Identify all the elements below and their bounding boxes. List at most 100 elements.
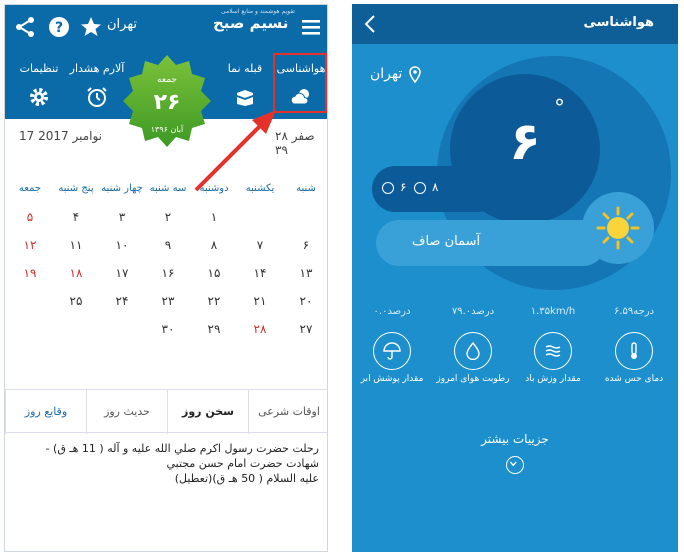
events-text: رحلت حضرت رسول اکرم صلي الله عليه و آله … [19,441,319,486]
back-chevron-icon[interactable] [362,14,378,34]
more-details-link[interactable]: جزییات بیشتر [352,432,678,446]
info-tabs: وقایع روز حدیث روز سخن روز اوقات شرعی [5,389,327,434]
thermometer-icon [615,332,653,370]
tab-hadith[interactable]: حدیث روز [86,390,167,434]
logo-text: نسیم صبح [213,14,289,32]
alarm-clock-icon [87,87,107,107]
calendar-day[interactable]: ۹ [145,233,191,257]
condition-pill: آسمان صاف [376,220,606,266]
stat-label: مقدار وزش باد [525,374,581,384]
weekday-label: سه شنبه [149,183,187,194]
help-icon[interactable]: ? [47,15,71,39]
stat-label: رطوبت هوای امروز [436,374,510,384]
down-arrow-icon [382,182,394,194]
weather-city: تهران [370,66,403,82]
alarm-label: آلارم هشدار [69,62,125,75]
calendar-day[interactable]: ۱۷ [99,261,145,285]
weekday-label: شنبه [296,183,316,194]
gregorian-date: 17 نوامبر 2017 [19,129,102,143]
month-grid: ۱ ۲ ۳ ۴ ۵ ۶ ۷ ۸ ۹ ۱۰ ۱۱ ۱۲ ۱۳ ۱۴ ۱۵ ۱۶ ۱۷ ۱۸ ۱۹ ۲۰ ۲۱ ۲۲ ۲۳ ۲۴ ۲… [5,205,327,355]
weather-screen: هواشناسی ۶ ° تهران ۶ ۸ آسمان صاف ۶.۵۹درج… [352,4,678,552]
condition-text: آسمان صاف [412,234,481,249]
umbrella-icon [373,332,411,370]
calendar-day[interactable]: ۱۲ [7,233,53,257]
degree-sign: ° [554,96,565,121]
tab-events[interactable]: وقایع روز [5,390,86,434]
stat-value: ۰.۰درصد [373,306,411,317]
calendar-day[interactable]: ۱۴ [237,261,283,285]
settings-button[interactable]: تنظیمات [9,49,69,119]
calendar-day[interactable]: ۱۹ [7,261,53,285]
qibla-button[interactable]: قبله نما [217,49,273,119]
calendar-day[interactable]: ۲۷ [283,317,327,341]
calendar-day[interactable]: ۲۱ [237,289,283,313]
calendar-day[interactable]: ۳۰ [145,317,191,341]
calendar-day[interactable]: ۲۵ [53,289,99,313]
tab-quote[interactable]: سخن روز [167,390,248,434]
calendar-day[interactable]: ۳ [99,205,145,229]
weather-header: هواشناسی [352,4,678,44]
calendar-day[interactable]: ۱۱ [53,233,99,257]
alarm-button[interactable]: آلارم هشدار [67,49,127,119]
calendar-day[interactable]: ۲۴ [99,289,145,313]
svg-text:?: ? [55,20,63,36]
calendar-day[interactable]: ۱۵ [191,261,237,285]
event-line: عليه السلام ( 50 هـ ق)(تعطيل) [174,472,319,485]
stat-value: ۷۹.۰درصد [451,306,495,317]
wind-icon [534,332,572,370]
tab-prayer-times[interactable]: اوقات شرعی [248,390,327,434]
weekday-label: یکشنبه [245,183,275,194]
calendar-day[interactable]: ۱۶ [145,261,191,285]
badge-weekday: جمعه [157,75,177,85]
star-icon[interactable] [79,15,103,39]
badge-day-number: ۲۶ [153,90,181,115]
current-temperature: ۶ [509,112,541,172]
weekday-header: شنبه یکشنبه دوشنبه سه شنبه چهار شنبه پنج شنبه… [5,183,327,201]
stat-label: مقدار پوشش ابر [360,374,424,384]
gear-icon [30,88,48,106]
header-city[interactable]: تهران [107,17,137,32]
calendar-day[interactable]: ۲۹ [191,317,237,341]
calendar-day[interactable]: ۲ [145,205,191,229]
weekday-label: چهار شنبه [101,183,143,194]
calendar-day[interactable]: ۴ [53,205,99,229]
location-pin-icon [409,66,421,84]
share-icon[interactable] [13,15,37,39]
calendar-day[interactable]: ۱۸ [53,261,99,285]
calendar-day[interactable]: ۲۸ [237,317,283,341]
weekday-label: پنج شنبه [58,183,94,194]
calendar-day[interactable]: ۸ [191,233,237,257]
calendar-day[interactable]: ۱ [191,205,237,229]
sun-icon [596,206,640,250]
menu-icon[interactable] [299,15,323,39]
calendar-screen: ? تهران تقویم هوشمند و منابع اسلامی نسیم… [4,4,328,552]
weather-title: هواشناسی [583,15,654,30]
date-row: 17 نوامبر 2017 ۲۸ صفر ۳۹ [5,125,327,157]
calendar-day[interactable]: ۱۰ [99,233,145,257]
drop-icon [454,332,492,370]
settings-label: تنظیمات [19,62,59,75]
calendar-day[interactable]: ۲۶ [7,289,53,313]
calendar-day[interactable]: ۲۳ [145,289,191,313]
stat-label: دمای حس شده [604,374,664,384]
weekday-label: دوشنبه [199,183,229,194]
calendar-day[interactable]: ۷ [237,233,283,257]
calendar-day[interactable]: ۶ [283,233,327,257]
chevron-down-icon[interactable] [506,456,524,474]
logo-subtitle: تقویم هوشمند و منابع اسلامی [221,8,295,15]
screenshot-frame: ? تهران تقویم هوشمند و منابع اسلامی نسیم… [0,0,684,560]
calendar-day[interactable]: ۱۳ [283,261,327,285]
stats-values-row: ۶.۵۹درجه ۱.۳۵km/h ۷۹.۰درصد ۰.۰درصد [352,306,678,322]
calendar-day[interactable]: ۲۲ [191,289,237,313]
top-bar: ? تهران تقویم هوشمند و منابع اسلامی نسیم… [5,5,327,49]
stat-value: ۱.۳۵km/h [530,306,576,317]
hijri-date: ۲۸ صفر ۳۹ [275,129,315,157]
kaaba-icon [237,90,253,106]
calendar-day[interactable]: ۵ [7,205,53,229]
sun-circle [582,192,654,264]
stat-value: ۶.۵۹درجه [613,306,655,317]
min-max-pill: ۶ ۸ [372,166,500,212]
event-line: رحلت حضرت رسول اکرم صلي الله عليه و آله … [45,442,319,455]
calendar-day[interactable]: ۲۰ [283,289,327,313]
app-logo: تقویم هوشمند و منابع اسلامی نسیم صبح [213,8,295,32]
